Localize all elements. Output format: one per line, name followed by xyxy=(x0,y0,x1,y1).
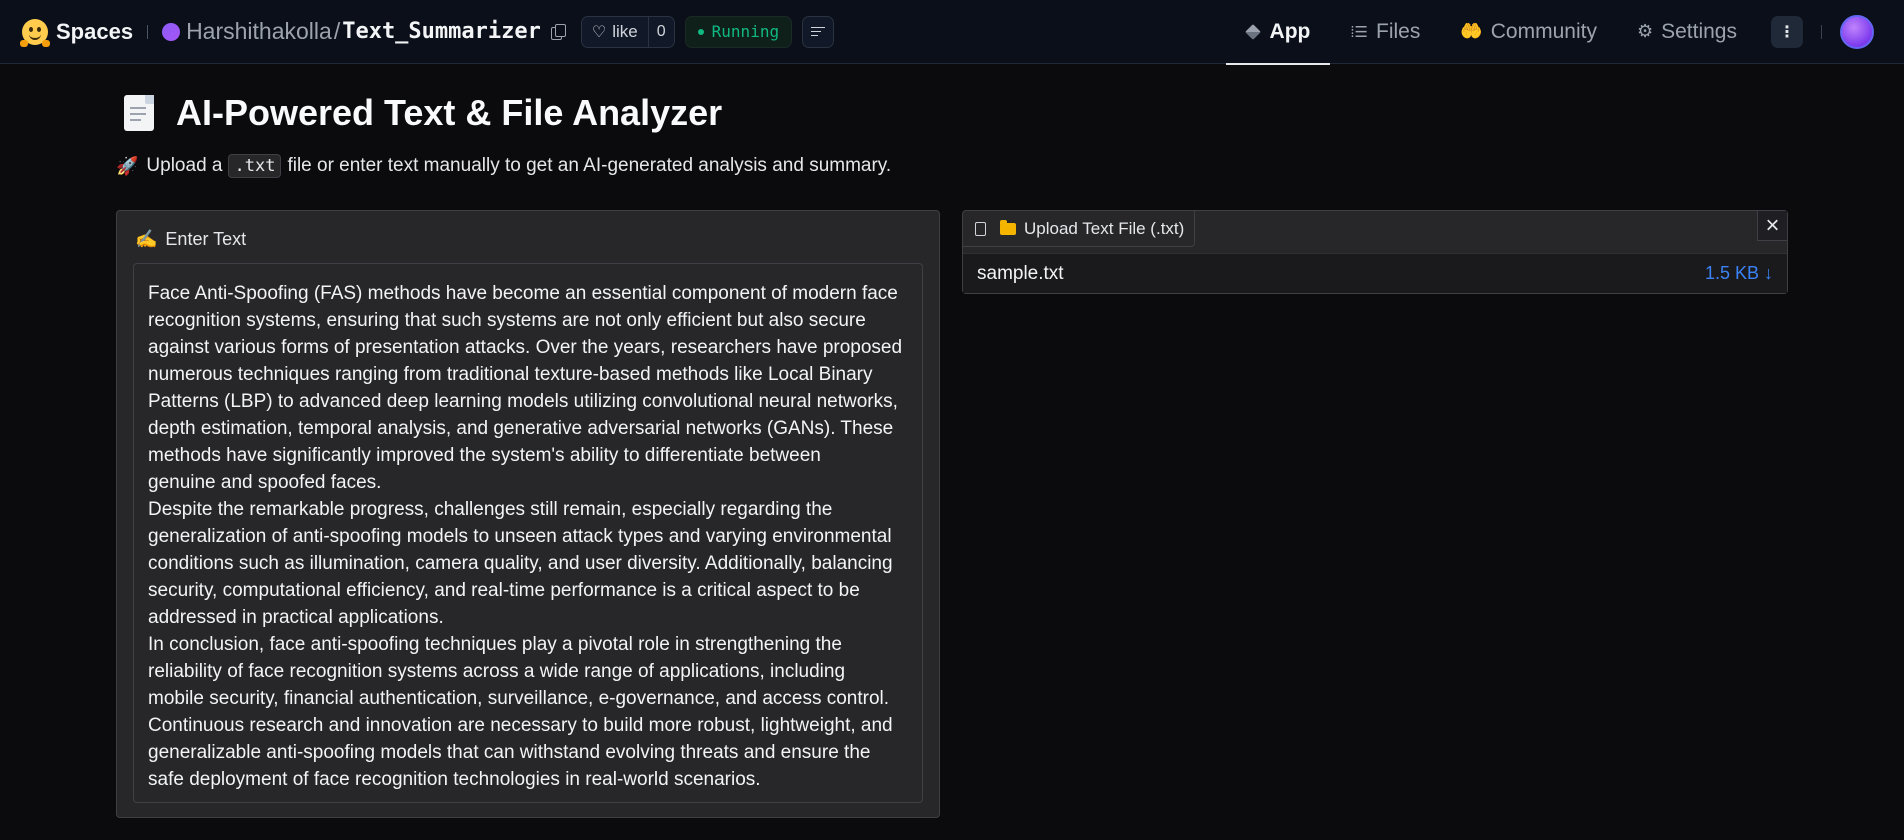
subtitle-code: .txt xyxy=(228,154,282,178)
top-nav: Spaces Harshithakolla / Text_Summarizer … xyxy=(0,0,1904,65)
more-vertical-icon: ⋮ xyxy=(1779,23,1795,41)
page-subtitle: 🚀 Upload a .txt file or enter text manua… xyxy=(116,154,1788,178)
file-icon xyxy=(975,221,986,236)
tab-files[interactable]: ⁞☰ Files xyxy=(1330,0,1440,64)
nav-divider xyxy=(1821,24,1822,39)
page-title: AI-Powered Text & File Analyzer xyxy=(116,92,1788,134)
status-dot-icon xyxy=(697,28,704,35)
writing-hand-icon: ✍️ xyxy=(135,229,158,249)
more-options-button[interactable]: ⋮ xyxy=(1771,15,1803,48)
text-input-label-text: Enter Text xyxy=(165,229,247,249)
repo-name-link[interactable]: Text_Summarizer xyxy=(342,19,541,44)
uploaded-file-name: sample.txt xyxy=(977,262,1064,284)
tab-community-label: Community xyxy=(1490,19,1597,43)
page-title-text: AI-Powered Text & File Analyzer xyxy=(176,92,723,133)
nav-separator xyxy=(147,24,149,39)
brand-label: Spaces xyxy=(56,18,134,44)
text-input-area[interactable]: Face Anti-Spoofing (FAS) methods have be… xyxy=(133,263,923,803)
subtitle-suffix: file or enter text manually to get an AI… xyxy=(287,155,892,176)
tab-settings[interactable]: ⚙ Settings xyxy=(1617,0,1757,64)
file-upload-panel: Upload Text File (.txt) × sample.txt 1.5… xyxy=(962,210,1788,294)
tab-app-label: App xyxy=(1269,19,1311,43)
like-widget: ♡ like 0 xyxy=(580,15,675,48)
like-button[interactable]: ♡ like xyxy=(582,17,648,47)
file-upload-label-text: Upload Text File (.txt) xyxy=(1024,218,1185,238)
tab-app[interactable]: App xyxy=(1225,0,1331,65)
subtitle-prefix: Upload a xyxy=(146,155,223,176)
user-avatar[interactable] xyxy=(1840,14,1874,49)
like-count[interactable]: 0 xyxy=(647,16,674,47)
cube-icon xyxy=(1244,23,1261,40)
space-avatar-icon xyxy=(162,22,181,41)
logs-button[interactable] xyxy=(802,15,835,48)
like-label: like xyxy=(612,21,638,41)
status-label: Running xyxy=(711,22,780,41)
file-upload-label: Upload Text File (.txt) xyxy=(963,211,1196,247)
uploaded-file-row: sample.txt 1.5 KB ↓ xyxy=(963,253,1787,293)
spaces-home-link[interactable]: Spaces xyxy=(20,18,134,47)
clear-file-button[interactable]: × xyxy=(1757,211,1787,241)
hugging-face-logo-icon xyxy=(20,18,50,47)
text-input-panel: ✍️ Enter Text Face Anti-Spoofing (FAS) m… xyxy=(116,210,940,818)
logs-icon xyxy=(811,26,826,37)
heart-icon: ♡ xyxy=(591,23,607,41)
status-badge[interactable]: Running xyxy=(684,15,793,48)
copy-icon[interactable] xyxy=(550,23,566,40)
path-separator: / xyxy=(333,18,341,44)
owner-link[interactable]: Harshithakolla xyxy=(186,18,332,45)
download-file-link[interactable]: 1.5 KB ↓ xyxy=(1705,263,1773,284)
tab-community[interactable]: 🤲 Community xyxy=(1440,0,1617,64)
community-icon: 🤲 xyxy=(1460,21,1483,41)
text-input-label: ✍️ Enter Text xyxy=(135,229,246,250)
tab-settings-label: Settings xyxy=(1661,19,1737,43)
tab-files-label: Files xyxy=(1376,19,1421,43)
files-icon: ⁞☰ xyxy=(1350,23,1368,41)
gear-icon: ⚙ xyxy=(1636,21,1654,41)
folder-icon xyxy=(1000,219,1016,235)
main-content: AI-Powered Text & File Analyzer 🚀 Upload… xyxy=(116,64,1788,818)
close-icon: × xyxy=(1765,211,1780,239)
rocket-icon: 🚀 xyxy=(116,155,139,176)
document-icon xyxy=(124,95,154,131)
nav-tabs: App ⁞☰ Files 🤲 Community ⚙ Settings ⋮ xyxy=(1225,0,1904,65)
